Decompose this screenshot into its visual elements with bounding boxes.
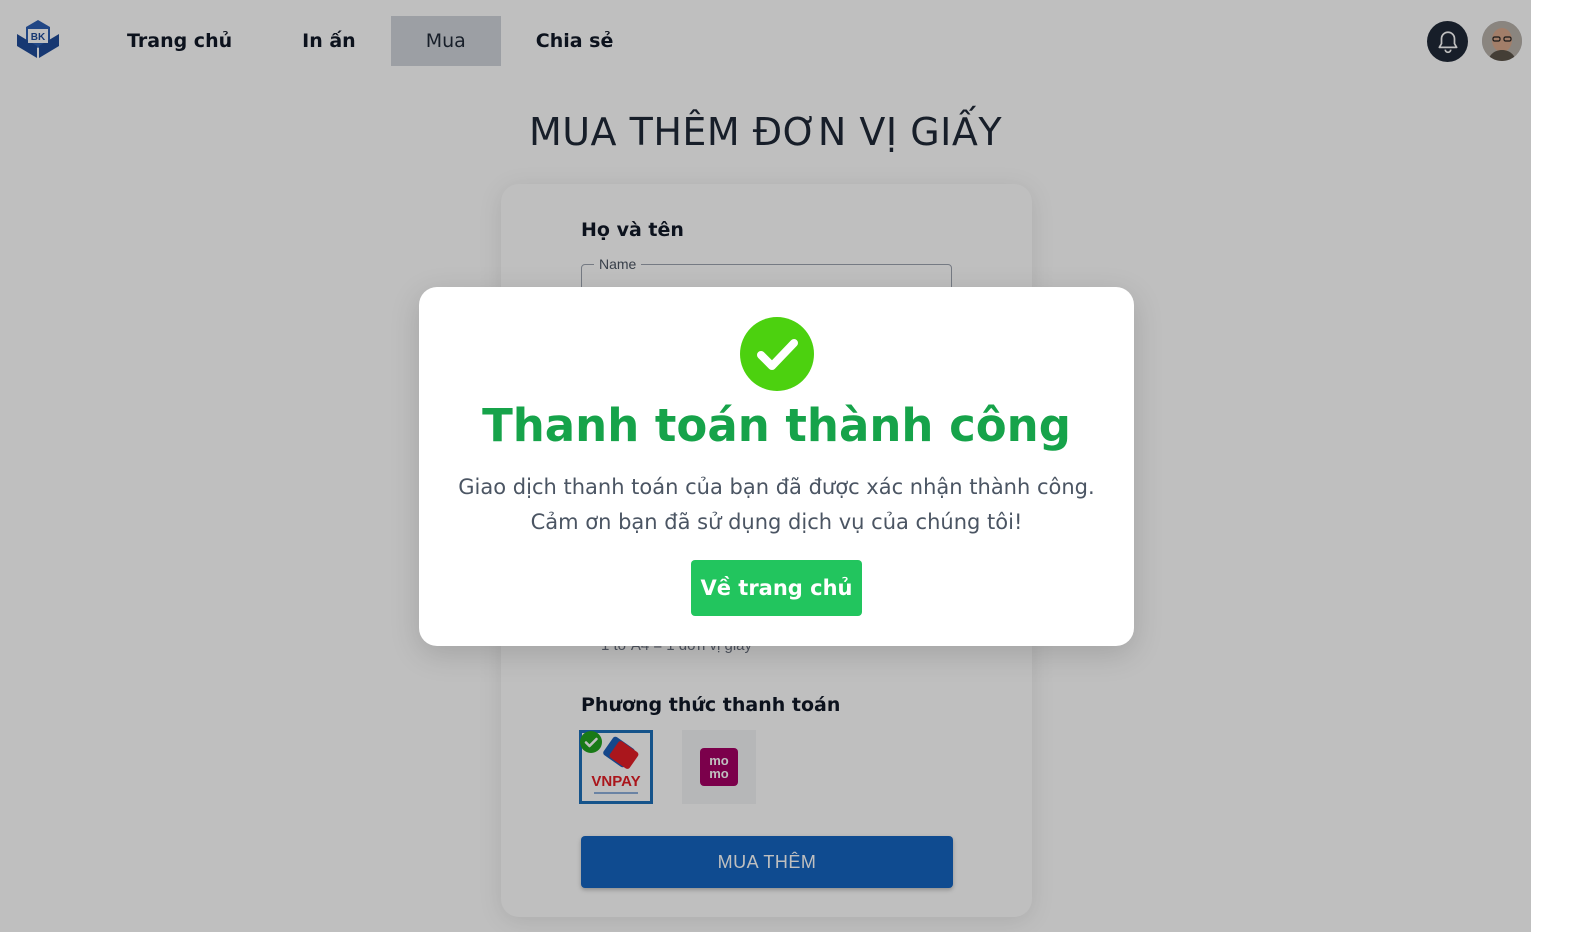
- check-circle-icon: [739, 316, 815, 392]
- modal-message-line2: Cảm ơn bạn đã sử dụng dịch vụ của chúng …: [530, 510, 1023, 534]
- modal-message-line1: Giao dịch thanh toán của bạn đã được xác…: [458, 475, 1095, 499]
- back-home-button[interactable]: Về trang chủ: [691, 560, 862, 616]
- modal-title: Thanh toán thành công: [482, 399, 1071, 452]
- payment-success-modal: Thanh toán thành công Giao dịch thanh to…: [419, 287, 1134, 646]
- page: BK Trang chủ In ấn Mua Chia sẻ MUA THÊM …: [0, 0, 1531, 932]
